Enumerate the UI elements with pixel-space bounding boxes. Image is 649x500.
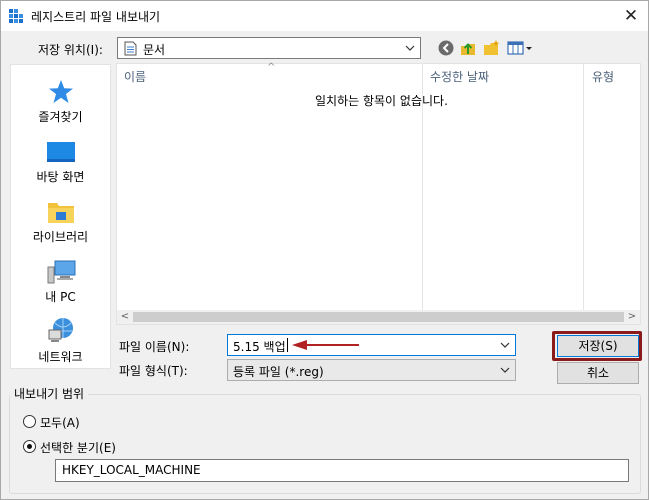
- empty-list-message: 일치하는 항목이 없습니다.: [315, 94, 448, 108]
- place-label: 내 PC: [45, 290, 76, 304]
- scrollbar-thumb[interactable]: [133, 312, 624, 322]
- chevron-down-icon: [405, 45, 415, 51]
- radio-selected-branch[interactable]: [23, 440, 36, 453]
- regedit-app-icon: [9, 9, 23, 23]
- document-folder-icon: [124, 41, 137, 56]
- network-icon: [48, 318, 73, 342]
- horizontal-scrollbar[interactable]: < >: [117, 310, 640, 324]
- new-folder-icon[interactable]: [483, 39, 501, 57]
- annotation-arrow-icon: [292, 340, 359, 350]
- sort-ascending-icon: ^: [267, 62, 276, 73]
- selected-branch-input[interactable]: HKEY_LOCAL_MACHINE: [55, 459, 629, 482]
- file-type-value: 등록 파일 (*.reg): [233, 365, 324, 379]
- chevron-down-icon: [500, 367, 510, 373]
- place-label: 즐겨찾기: [38, 110, 83, 124]
- place-label: 네트워크: [38, 350, 83, 364]
- file-type-dropdown[interactable]: 등록 파일 (*.reg): [227, 359, 516, 381]
- file-list[interactable]: ^ 이름 수정한 날짜 유형 일치하는 항목이 없습니다. < >: [116, 62, 641, 325]
- window-title: 레지스트리 파일 내보내기: [31, 10, 161, 24]
- place-this-pc[interactable]: 내 PC: [11, 253, 110, 311]
- place-favorites[interactable]: 즐겨찾기: [11, 73, 110, 131]
- scroll-left-icon[interactable]: <: [118, 310, 132, 324]
- export-registry-dialog: 레지스트리 파일 내보내기 ✕ 저장 위치(I): 문서 즐겨찾기 바탕 화면 …: [0, 0, 649, 500]
- column-divider[interactable]: [583, 64, 584, 310]
- up-folder-icon[interactable]: [459, 39, 477, 57]
- cancel-button[interactable]: 취소: [557, 362, 639, 384]
- place-network[interactable]: 네트워크: [11, 311, 110, 369]
- folder-icon: [47, 203, 74, 223]
- place-desktop[interactable]: 바탕 화면: [11, 133, 110, 191]
- star-icon: [48, 80, 73, 103]
- title-bar: 레지스트리 파일 내보내기 ✕: [1, 1, 648, 31]
- column-header-name[interactable]: 이름: [124, 68, 146, 85]
- close-icon: ✕: [623, 6, 639, 26]
- save-location-dropdown[interactable]: 문서: [117, 37, 421, 59]
- save-location-label: 저장 위치(I):: [38, 43, 103, 57]
- back-arrow-icon[interactable]: [437, 39, 455, 57]
- column-header-type[interactable]: 유형: [592, 68, 614, 85]
- radio-all-label[interactable]: 모두(A): [40, 414, 80, 431]
- scroll-right-icon[interactable]: >: [625, 310, 639, 324]
- save-location-value: 문서: [143, 43, 166, 57]
- file-name-label: 파일 이름(N):: [119, 340, 190, 354]
- text-caret: [287, 338, 288, 352]
- close-button[interactable]: ✕: [614, 1, 648, 31]
- view-menu-icon[interactable]: [507, 39, 533, 57]
- place-label: 바탕 화면: [36, 170, 85, 184]
- export-range-legend: 내보내기 범위: [10, 385, 89, 402]
- desktop-icon: [46, 142, 75, 162]
- radio-all[interactable]: [23, 415, 36, 428]
- save-button[interactable]: 저장(S): [557, 335, 639, 357]
- file-name-value: 5.15 백업: [233, 340, 286, 354]
- place-label: 라이브러리: [32, 230, 89, 244]
- computer-icon: [47, 260, 75, 284]
- place-libraries[interactable]: 라이브러리: [11, 193, 110, 251]
- radio-selected-branch-label[interactable]: 선택한 분기(E): [40, 439, 116, 456]
- chevron-down-icon[interactable]: [499, 339, 511, 351]
- places-bar: 즐겨찾기 바탕 화면 라이브러리 내 PC 네트워크: [10, 64, 111, 369]
- file-name-input[interactable]: 5.15 백업: [227, 334, 516, 356]
- column-header-date-modified[interactable]: 수정한 날짜: [430, 68, 489, 85]
- file-type-label: 파일 형식(T):: [119, 364, 188, 378]
